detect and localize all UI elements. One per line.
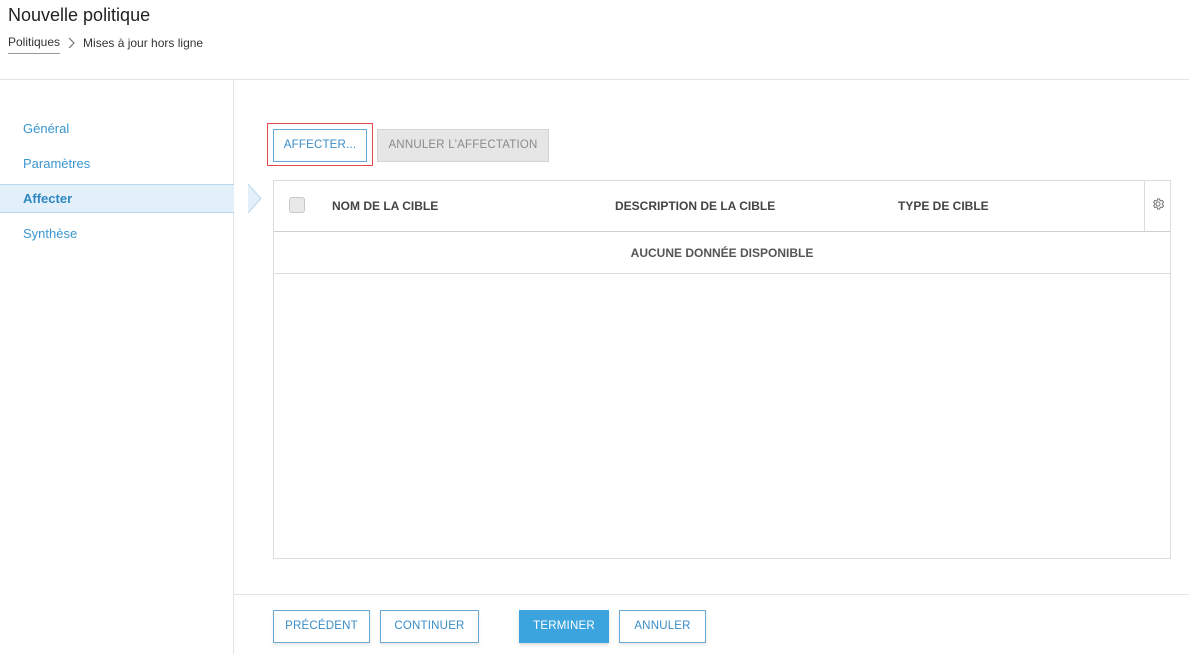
sidebar-item-parametres[interactable]: Paramètres xyxy=(0,149,234,178)
targets-table: NOM DE LA CIBLE DESCRIPTION DE LA CIBLE … xyxy=(273,180,1171,559)
wizard-sidebar: Général Paramètres Affecter Synthèse xyxy=(0,80,262,654)
sidebar-item-synthese[interactable]: Synthèse xyxy=(0,219,234,248)
gear-icon xyxy=(1151,197,1165,216)
cancel-button[interactable]: ANNULER xyxy=(619,610,706,643)
assign-button[interactable]: AFFECTER... xyxy=(273,129,367,162)
continue-button[interactable]: CONTINUER xyxy=(380,610,479,643)
column-header-nom[interactable]: NOM DE LA CIBLE xyxy=(332,181,438,231)
column-header-description[interactable]: DESCRIPTION DE LA CIBLE xyxy=(615,181,775,231)
table-header: NOM DE LA CIBLE DESCRIPTION DE LA CIBLE … xyxy=(274,181,1170,232)
column-header-type[interactable]: TYPE DE CIBLE xyxy=(898,181,989,231)
breadcrumb-politiques-link[interactable]: Politiques xyxy=(8,35,61,54)
finish-button[interactable]: TERMINER xyxy=(519,610,609,643)
select-all-checkbox[interactable] xyxy=(289,197,305,213)
main-content: AFFECTER... ANNULER L'AFFECTATION NOM DE… xyxy=(234,80,1189,654)
breadcrumb-current: Mises à jour hors ligne xyxy=(83,35,204,50)
sidebar-item-general[interactable]: Général xyxy=(0,114,234,143)
chevron-right-icon xyxy=(68,37,75,49)
page-header: Nouvelle politique Politiques Mises à jo… xyxy=(0,0,1189,80)
sidebar-item-label: Affecter xyxy=(23,191,73,206)
previous-button[interactable]: PRÉCÉDENT xyxy=(273,610,370,643)
column-settings-button[interactable] xyxy=(1144,181,1170,231)
breadcrumb: Politiques Mises à jour hors ligne xyxy=(8,35,203,54)
wizard-footer: PRÉCÉDENT CONTINUER TERMINER ANNULER xyxy=(234,594,1189,654)
page-title: Nouvelle politique xyxy=(8,5,151,25)
sidebar-item-affecter[interactable]: Affecter xyxy=(0,184,262,213)
unassign-button: ANNULER L'AFFECTATION xyxy=(377,129,549,162)
empty-state-message: AUCUNE DONNÉE DISPONIBLE xyxy=(274,232,1170,274)
